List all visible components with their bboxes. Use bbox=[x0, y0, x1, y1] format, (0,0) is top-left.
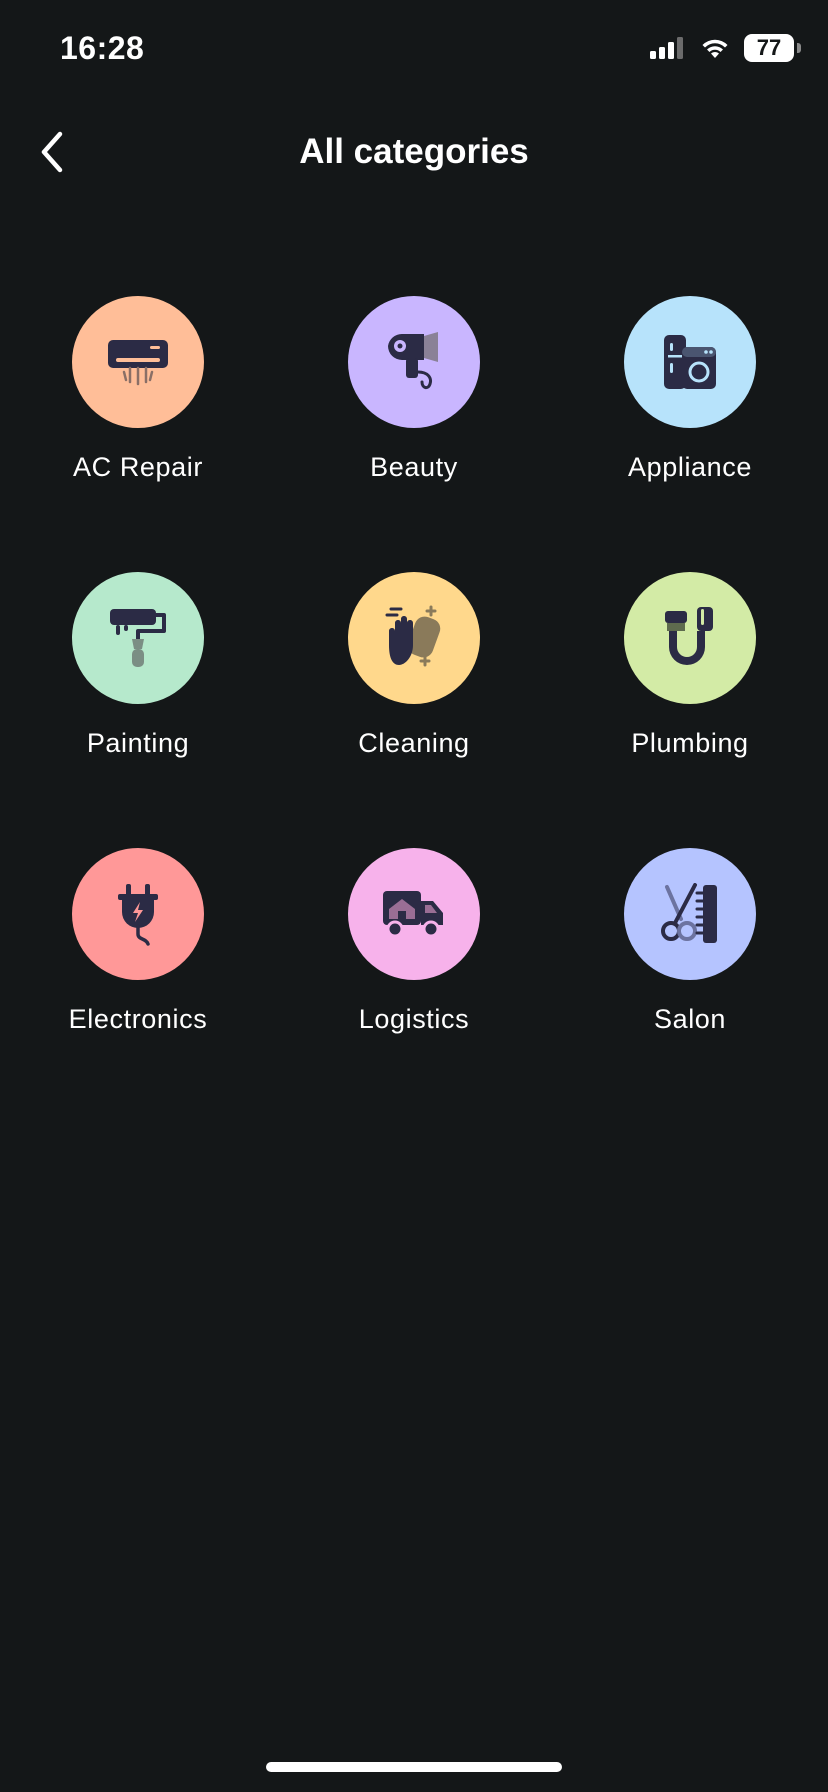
category-icon-circle bbox=[72, 848, 204, 980]
ac-unit-icon bbox=[108, 340, 168, 386]
status-icons: 77 bbox=[650, 34, 801, 62]
battery-level: 77 bbox=[756, 35, 782, 60]
all-categories-screen: 16:28 77 All categories AC Repair Beauty… bbox=[0, 0, 828, 1792]
wifi-icon bbox=[702, 39, 728, 58]
category-logistics[interactable]: Logistics bbox=[276, 848, 552, 1124]
status-time: 16:28 bbox=[60, 30, 145, 66]
category-label: Beauty bbox=[370, 452, 458, 482]
category-label: Appliance bbox=[628, 452, 752, 482]
category-icon-circle bbox=[624, 572, 756, 704]
category-painting[interactable]: Painting bbox=[0, 572, 276, 848]
moving-truck-icon bbox=[383, 891, 443, 938]
category-label: Cleaning bbox=[358, 728, 470, 758]
page-title: All categories bbox=[299, 132, 529, 171]
category-beauty[interactable]: Beauty bbox=[276, 296, 552, 572]
hair-dryer-icon bbox=[388, 332, 438, 390]
scissors-comb-icon bbox=[661, 883, 717, 943]
category-icon-circle bbox=[624, 848, 756, 980]
category-ac-repair[interactable]: AC Repair bbox=[0, 296, 276, 572]
home-indicator[interactable] bbox=[266, 1762, 562, 1772]
category-salon[interactable]: Salon bbox=[552, 848, 828, 1124]
category-cleaning[interactable]: Cleaning bbox=[276, 572, 552, 848]
category-label: Electronics bbox=[68, 1004, 208, 1034]
category-icon-circle bbox=[348, 572, 480, 704]
paint-roller-icon bbox=[110, 609, 166, 667]
cleaning-hand-icon bbox=[385, 605, 441, 667]
fridge-washer-icon bbox=[664, 335, 716, 389]
battery-indicator: 77 bbox=[744, 34, 801, 62]
category-icon-circle bbox=[72, 296, 204, 428]
category-label: AC Repair bbox=[73, 452, 203, 482]
category-icon-circle bbox=[348, 296, 480, 428]
plug-icon bbox=[118, 884, 158, 946]
category-appliance[interactable]: Appliance bbox=[552, 296, 828, 572]
category-grid: AC Repair Beauty Appliance Painting Clea… bbox=[0, 296, 828, 1124]
category-icon-circle bbox=[348, 848, 480, 980]
pipe-icon bbox=[665, 607, 713, 665]
cellular-signal-icon bbox=[650, 37, 683, 59]
category-electronics[interactable]: Electronics bbox=[0, 848, 276, 1124]
category-label: Salon bbox=[653, 1004, 727, 1034]
category-icon-circle bbox=[624, 296, 756, 428]
category-label: Painting bbox=[86, 728, 190, 758]
category-label: Plumbing bbox=[631, 728, 749, 758]
category-icon-circle bbox=[72, 572, 204, 704]
category-label: Logistics bbox=[358, 1004, 470, 1034]
category-plumbing[interactable]: Plumbing bbox=[552, 572, 828, 848]
